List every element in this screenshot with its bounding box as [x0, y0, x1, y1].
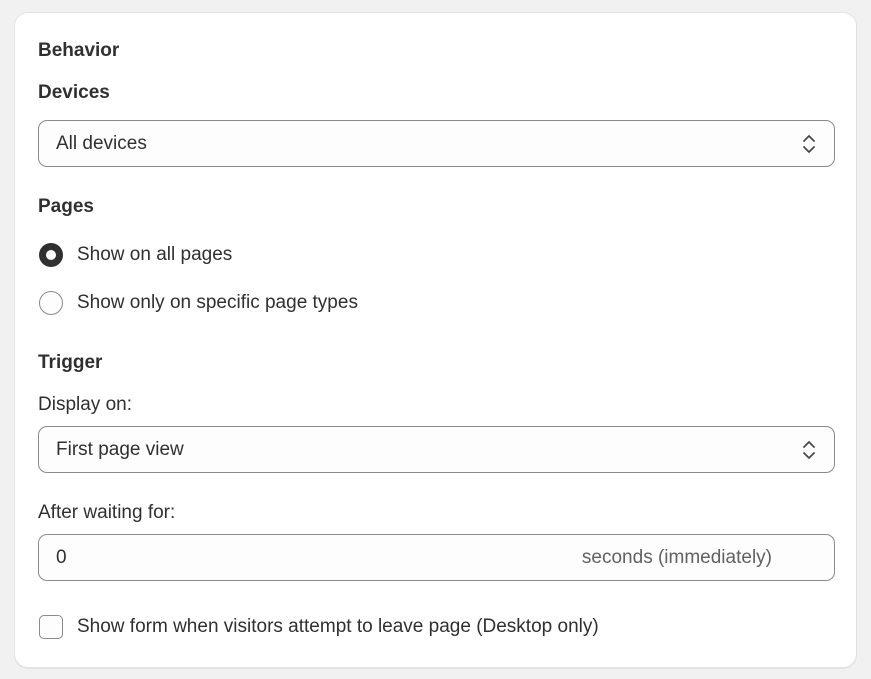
radio-label-all-pages: Show on all pages [77, 244, 233, 265]
section-title: Behavior [38, 40, 120, 61]
devices-select[interactable]: All devices [38, 120, 835, 167]
display-on-label: Display on: [38, 394, 132, 415]
display-on-select-value: First page view [56, 439, 184, 460]
radio-show-specific-pages[interactable]: Show only on specific page types [39, 290, 459, 316]
behavior-card: Behavior Devices All devices Pages Show … [14, 12, 857, 668]
devices-label: Devices [38, 82, 110, 103]
radio-show-all-pages[interactable]: Show on all pages [39, 242, 459, 268]
pages-label: Pages [38, 196, 94, 217]
trigger-title: Trigger [38, 352, 103, 373]
exit-intent-checkbox-row[interactable]: Show form when visitors attempt to leave… [39, 614, 739, 640]
wait-label: After waiting for: [38, 502, 176, 523]
wait-seconds-field[interactable]: seconds (immediately) [38, 534, 835, 581]
exit-intent-checkbox[interactable] [39, 615, 63, 639]
radio-label-specific-pages: Show only on specific page types [77, 292, 358, 313]
devices-select-value: All devices [56, 133, 147, 154]
display-on-select[interactable]: First page view [38, 426, 835, 473]
wait-seconds-suffix: seconds (immediately) [581, 547, 772, 568]
radio-button-selected[interactable] [39, 243, 63, 267]
exit-intent-label: Show form when visitors attempt to leave… [77, 616, 599, 637]
radio-button-unselected[interactable] [39, 291, 63, 315]
wait-seconds-input[interactable] [56, 546, 536, 570]
chevron-up-down-icon [803, 441, 815, 459]
chevron-up-down-icon [803, 135, 815, 153]
